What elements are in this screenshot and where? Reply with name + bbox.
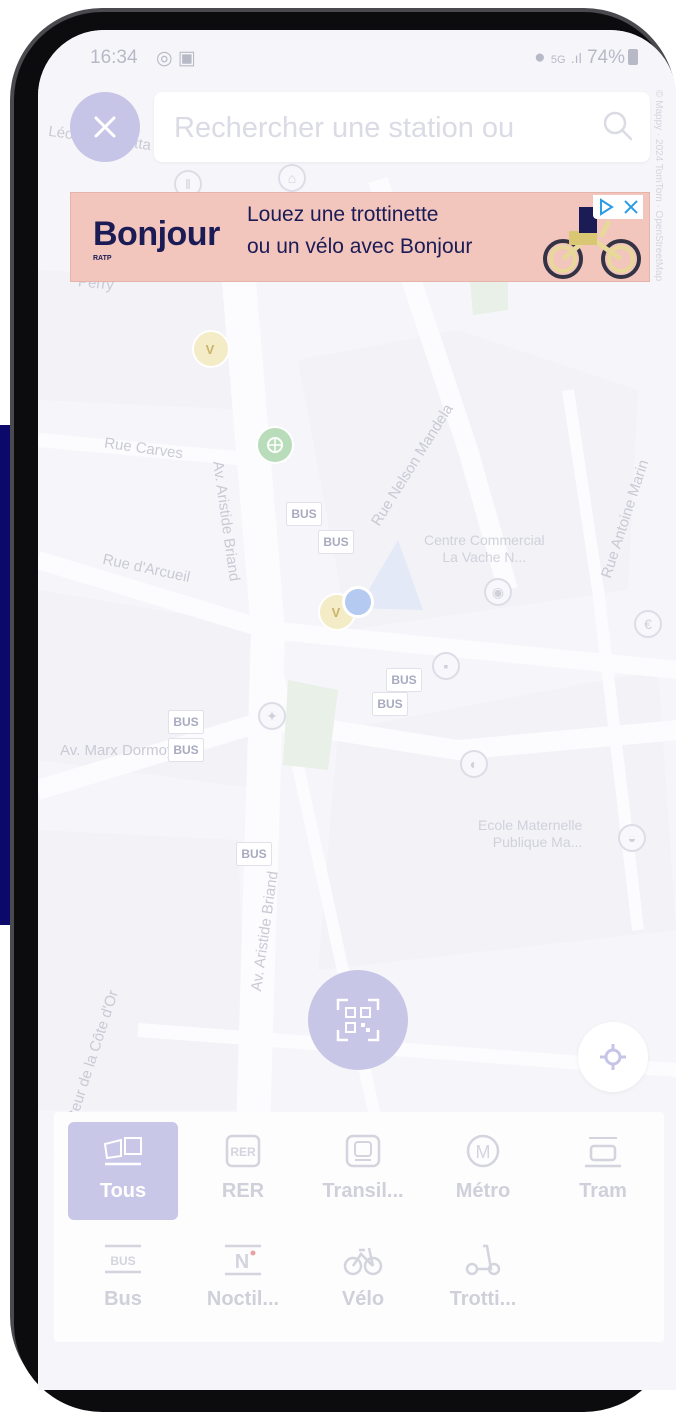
bus-stop-marker[interactable]: BUS bbox=[286, 502, 322, 526]
euro-icon[interactable]: € bbox=[634, 610, 662, 638]
search-icon[interactable] bbox=[600, 108, 636, 144]
svg-text:BUS: BUS bbox=[110, 1254, 135, 1268]
filter-transilien[interactable]: Transil... bbox=[308, 1122, 418, 1220]
crosshair-icon bbox=[600, 1044, 626, 1070]
status-bar: 16:34 ◎ ▣ ● 5G .ıl 74% bbox=[68, 44, 668, 74]
ad-text-line2: ou un vélo avec Bonjour bbox=[247, 235, 473, 258]
filter-label: Noctil... bbox=[206, 1288, 280, 1310]
battery-percent: 74% bbox=[586, 47, 625, 68]
all-modes-icon bbox=[103, 1137, 142, 1166]
bus-stop-marker[interactable]: BUS bbox=[168, 710, 204, 734]
bike-icon bbox=[343, 1247, 383, 1276]
close-button[interactable] bbox=[70, 92, 140, 162]
signal-icon: .ıl bbox=[570, 50, 582, 66]
adchoices-icon[interactable] bbox=[600, 198, 614, 216]
qr-scan-button[interactable] bbox=[308, 970, 408, 1070]
ad-text-line1: Louez une trottinette bbox=[247, 203, 439, 226]
filter-tous[interactable]: Tous bbox=[68, 1122, 178, 1220]
filter-label: Trotti... bbox=[449, 1288, 517, 1310]
location-icon: ● bbox=[534, 47, 546, 68]
scooter-icon bbox=[465, 1244, 501, 1276]
filter-rer[interactable]: RER RER bbox=[188, 1122, 298, 1220]
velib-station-pin[interactable]: V bbox=[192, 330, 230, 368]
filter-label: Transil... bbox=[322, 1180, 404, 1202]
transport-filter-panel: Tous RER RER Transil... M Métro Tram BUS… bbox=[54, 1112, 664, 1342]
ad-brand-logo: Bonjour bbox=[93, 215, 220, 253]
filter-velo[interactable]: Vélo bbox=[308, 1230, 418, 1328]
network-label: 5G bbox=[550, 54, 566, 66]
landmark-icon[interactable]: ⌂ bbox=[278, 164, 306, 192]
bus-stop-marker[interactable]: BUS bbox=[168, 738, 204, 762]
bus-stop-marker[interactable]: BUS bbox=[386, 668, 422, 692]
monument-icon[interactable]: ✦ bbox=[258, 702, 286, 730]
ad-close-icon[interactable] bbox=[624, 200, 638, 214]
train-icon bbox=[345, 1134, 381, 1168]
filter-label: Bus bbox=[104, 1288, 142, 1310]
shopping-icon[interactable]: ◉ bbox=[484, 578, 512, 606]
tram-icon bbox=[585, 1137, 621, 1168]
ad-banner[interactable]: Bonjour RATP Louez une trottinette ou un… bbox=[70, 192, 650, 282]
education-icon[interactable]: ◒ bbox=[618, 824, 646, 852]
filter-bus[interactable]: BUS Bus bbox=[68, 1230, 178, 1328]
qr-code-icon bbox=[336, 998, 380, 1042]
battery-icon bbox=[628, 49, 638, 65]
parking-icon[interactable]: ▪ bbox=[432, 652, 460, 680]
bike-station-pin[interactable] bbox=[256, 426, 294, 464]
ad-controls[interactable] bbox=[593, 195, 643, 219]
search-placeholder: Rechercher une station ou bbox=[174, 112, 515, 144]
bus-stop-marker[interactable]: BUS bbox=[236, 842, 272, 866]
noctilien-icon: N bbox=[225, 1244, 261, 1276]
place-icon[interactable]: ◐ bbox=[460, 750, 488, 778]
search-input[interactable]: Rechercher une station ou bbox=[154, 92, 650, 162]
filter-label: Tram bbox=[579, 1180, 627, 1202]
filter-metro[interactable]: M Métro bbox=[428, 1122, 538, 1220]
locate-me-button[interactable] bbox=[578, 1022, 648, 1092]
poi-ecole-maternelle[interactable]: Ecole Maternelle Publique Ma... bbox=[478, 817, 582, 851]
bus-icon: BUS bbox=[105, 1244, 141, 1274]
bus-stop-marker[interactable]: BUS bbox=[318, 530, 354, 554]
svg-text:V: V bbox=[206, 342, 215, 357]
notification-icons: ◎ ▣ bbox=[156, 48, 196, 69]
filter-label: Métro bbox=[455, 1180, 511, 1202]
filter-label: Tous bbox=[99, 1180, 147, 1202]
metro-icon: M bbox=[466, 1134, 500, 1168]
status-right: ● 5G .ıl 74% bbox=[534, 47, 638, 69]
ad-brand-sub: RATP bbox=[93, 255, 112, 262]
rer-icon: RER bbox=[225, 1134, 261, 1168]
svg-text:V: V bbox=[332, 605, 341, 620]
street-label: Av. Marx Dormoy bbox=[60, 742, 175, 759]
user-location-dot bbox=[342, 586, 374, 618]
phone-screen: Léon Gambetta Perry Rue Carves Rue d'Arc… bbox=[38, 30, 676, 1390]
filter-trottinette[interactable]: Trotti... bbox=[428, 1230, 538, 1328]
filter-noctilien[interactable]: N Noctil... bbox=[188, 1230, 298, 1328]
filter-label: Vélo bbox=[341, 1288, 385, 1310]
close-icon bbox=[94, 116, 116, 138]
svg-text:M: M bbox=[476, 1142, 491, 1162]
bus-stop-marker[interactable]: BUS bbox=[372, 692, 408, 716]
status-time: 16:34 bbox=[90, 47, 138, 68]
map-attribution: © Mappy · 2024 TomTom · OpenStreetMap bbox=[653, 90, 664, 282]
svg-text:RER: RER bbox=[230, 1145, 256, 1159]
poi-centre-commercial[interactable]: Centre Commercial La Vache N... bbox=[424, 532, 545, 566]
filter-tram[interactable]: Tram bbox=[548, 1122, 658, 1220]
svg-text:N: N bbox=[235, 1251, 249, 1273]
filter-label: RER bbox=[221, 1180, 265, 1202]
